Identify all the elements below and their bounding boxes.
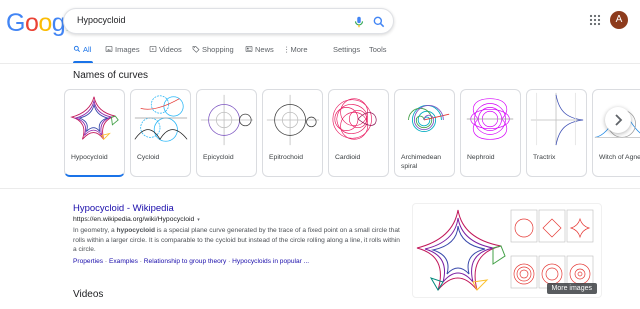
result-image-panel[interactable]: More images <box>412 203 602 298</box>
search-box[interactable]: Hypocycloid <box>63 8 394 34</box>
image-icon <box>105 46 113 52</box>
avatar[interactable]: A <box>610 11 628 29</box>
tractrix-thumbnail <box>530 92 584 146</box>
curve-card-label: Epitrochoid <box>269 154 304 161</box>
tab-news[interactable]: News <box>245 45 274 54</box>
settings-link[interactable]: Settings <box>333 45 360 54</box>
sitelink-group-theory[interactable]: Relationship to group theory <box>144 258 226 265</box>
result-snippet: In geometry, a hypocycloid is a special … <box>73 226 403 255</box>
sitelink-separator: · <box>104 258 108 265</box>
curve-card-label: Cycloid <box>137 154 160 161</box>
tab-label: All <box>83 45 92 54</box>
cardioid-thumbnail <box>332 98 377 140</box>
curve-card-label: Cardioid <box>335 154 361 161</box>
logo-letter: o <box>24 9 39 37</box>
search-icon[interactable] <box>372 14 386 30</box>
curve-card-epitrochoid[interactable]: Epitrochoid <box>262 89 323 177</box>
tab-label: Images <box>115 45 140 54</box>
sitelink-properties[interactable]: Properties <box>73 258 103 265</box>
curve-card-label: Nephroid <box>467 154 495 161</box>
news-icon <box>245 46 253 52</box>
curve-card-cycloid[interactable]: Cycloid <box>130 89 191 177</box>
curve-card-label: Epicycloid <box>203 154 234 161</box>
curve-card-hypocycloid[interactable]: Hypocycloid <box>64 89 125 177</box>
chevron-right-icon <box>615 114 623 126</box>
tools-link[interactable]: Tools <box>369 45 387 54</box>
tab-label: News <box>255 45 274 54</box>
curve-card-cardioid[interactable]: Cardioid <box>328 89 389 177</box>
search-icon <box>73 45 80 52</box>
hypocycloid-thumbnail <box>70 96 119 141</box>
result-sitelinks: Properties · Examples · Relationship to … <box>73 258 309 265</box>
curve-card-tractrix[interactable]: Tractrix <box>526 89 587 177</box>
tag-icon <box>192 46 200 53</box>
tab-shopping[interactable]: Shopping <box>192 45 234 54</box>
result-title-link[interactable]: Hypocycloid - Wikipedia <box>73 203 174 214</box>
snippet-text: In geometry, a <box>73 227 117 234</box>
chevron-down-icon[interactable]: ▾ <box>197 217 200 223</box>
mic-icon[interactable] <box>352 14 366 30</box>
logo-letter: G <box>6 9 25 37</box>
tab-more[interactable]: ⋮More <box>283 45 308 54</box>
tab-videos[interactable]: Videos <box>149 45 182 54</box>
divider <box>0 188 640 189</box>
more-vertical-icon: ⋮ <box>283 45 291 54</box>
nephroid-thumbnail <box>466 98 514 140</box>
curves-carousel: Hypocycloid Cycloid Epicycloid Epitrocho… <box>64 89 640 181</box>
curve-card-label: Archimedean spiral <box>401 154 442 170</box>
sitelink-examples[interactable]: Examples <box>109 258 138 265</box>
tab-label: Shopping <box>202 45 234 54</box>
section-title-curves: Names of curves <box>73 70 149 81</box>
carousel-next-button[interactable] <box>605 107 631 133</box>
snippet-highlight: hypocycloid <box>116 227 155 234</box>
apps-grid-icon[interactable] <box>589 14 601 26</box>
curve-card-label: Tractrix <box>533 154 556 161</box>
cycloid-thumbnail <box>134 95 188 142</box>
sitelink-separator: · <box>228 258 231 265</box>
curve-card-label: Hypocycloid <box>71 154 108 161</box>
section-title-videos: Videos <box>73 289 104 300</box>
tab-label: More <box>290 45 308 54</box>
result-url[interactable]: https://en.wikipedia.org/wiki/Hypocycloi… <box>73 216 200 223</box>
tab-label: Videos <box>159 45 182 54</box>
more-images-button[interactable]: More images <box>546 283 597 294</box>
divider <box>0 63 640 64</box>
video-icon <box>149 46 157 52</box>
sitelink-separator: · <box>139 258 142 265</box>
result-url-text: https://en.wikipedia.org/wiki/Hypocycloi… <box>73 216 195 223</box>
curve-card-nephroid[interactable]: Nephroid <box>460 89 521 177</box>
archimedean-spiral-thumbnail <box>408 105 450 132</box>
logo-letter: o <box>38 9 52 37</box>
curve-card-label: Witch of Agnesi <box>599 154 640 161</box>
search-input[interactable]: Hypocycloid <box>77 15 126 25</box>
tab-images[interactable]: Images <box>105 45 140 54</box>
curve-card-archimedean-spiral[interactable]: Archimedean spiral <box>394 89 455 177</box>
curve-card-witch-of-agnesi[interactable]: Witch of Agnesi <box>592 89 640 177</box>
epicycloid-thumbnail <box>200 94 254 146</box>
curve-card-epicycloid[interactable]: Epicycloid <box>196 89 257 177</box>
sitelink-popular-culture[interactable]: Hypocycloids in popular ... <box>232 258 309 265</box>
tab-all[interactable]: All <box>73 45 91 54</box>
epitrochoid-thumbnail <box>266 94 320 146</box>
